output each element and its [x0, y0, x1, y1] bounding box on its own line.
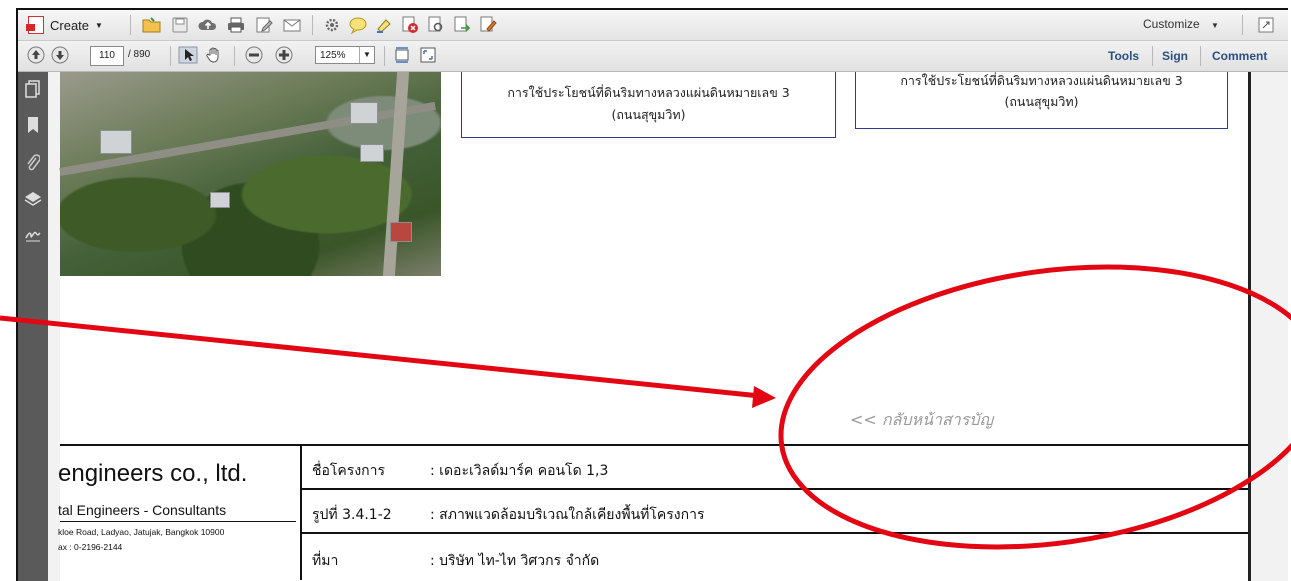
- highlight-ellipse: [778, 264, 1291, 550]
- annotation-overlay: [0, 264, 1291, 550]
- arrow-head: [752, 386, 776, 408]
- arrow-line: [0, 315, 761, 399]
